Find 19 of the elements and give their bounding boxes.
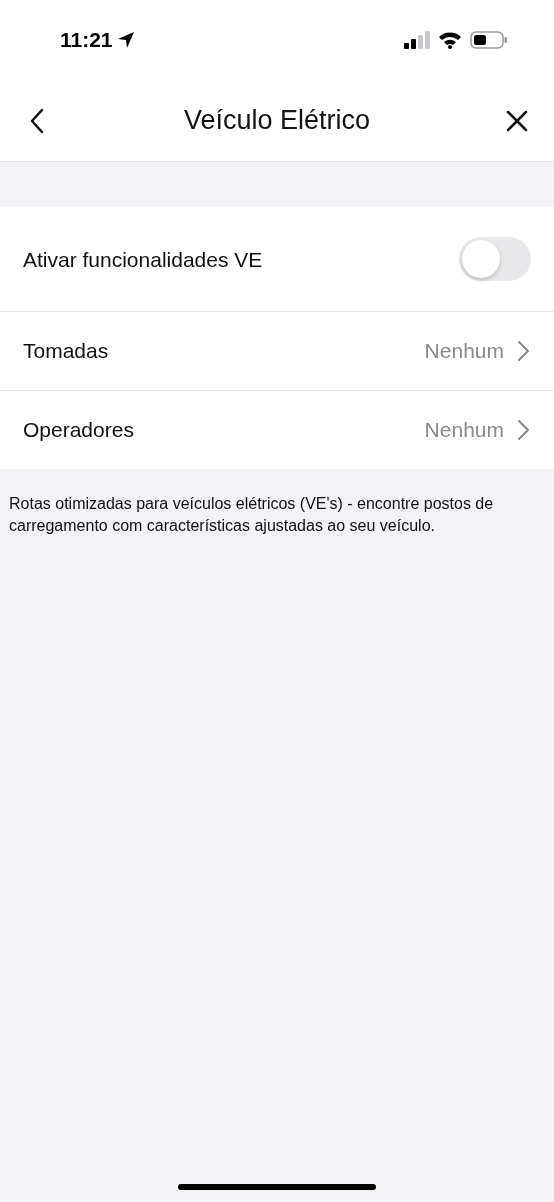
setting-label: Operadores [23,417,134,444]
battery-icon [470,31,508,49]
status-time: 11:21 [60,27,113,54]
wifi-icon [438,31,462,49]
chevron-right-icon [516,340,530,362]
location-arrow-icon [116,31,135,49]
close-icon [506,109,528,132]
footer-description: Rotas otimizadas para veículos elétricos (VE's) - encontre postos de carregamento com características ajustadas ao seu veículo. [8,494,495,536]
back-icon [29,107,45,134]
page-title: Veículo Elétrico [183,104,371,138]
chevron-right-icon [516,419,530,441]
settings-row[interactable]: Operadores Nenhum [0,390,554,469]
settings-row[interactable]: Tomadas Nenhum [0,311,554,390]
setting-label: Tomadas [23,338,109,365]
setting-value: Nenhum [424,417,504,444]
toggle-switch[interactable] [459,237,531,281]
setting-label: Ativar funcionalidades VE [23,246,263,273]
signal-icon [404,31,430,49]
setting-value: Nenhum [424,338,504,365]
